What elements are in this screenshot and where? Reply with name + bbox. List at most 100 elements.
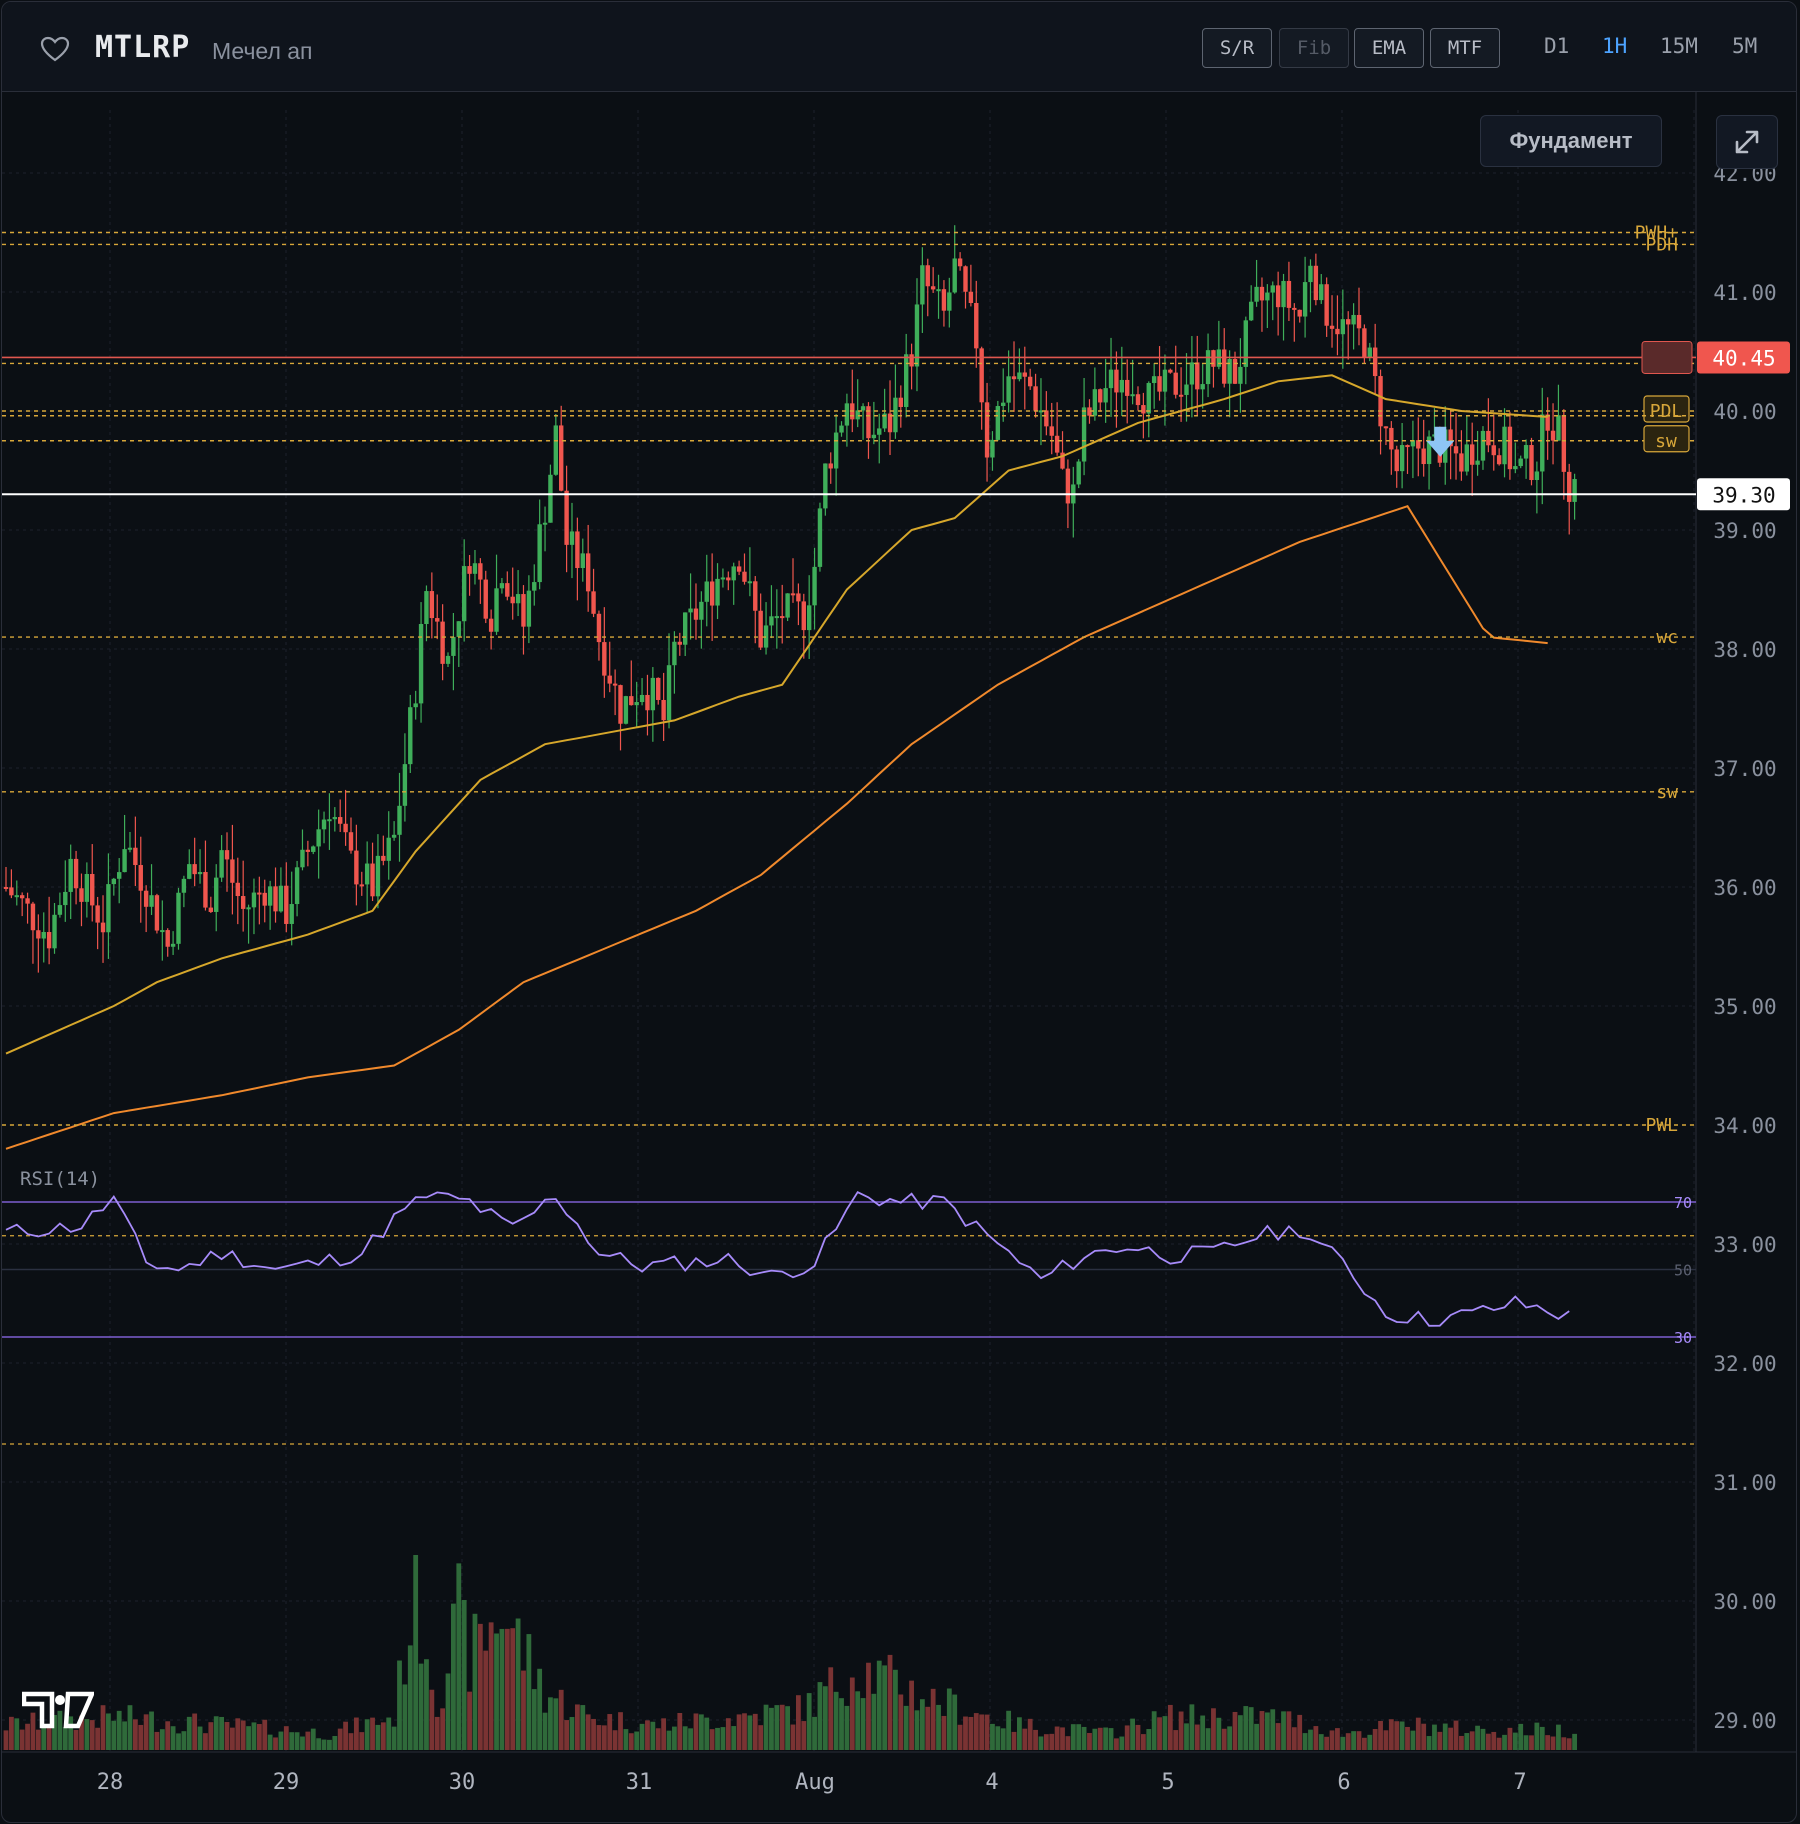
candle-body xyxy=(1491,445,1496,456)
candle-body xyxy=(720,577,726,580)
candle-body xyxy=(941,289,947,311)
volume-bar xyxy=(542,1712,548,1750)
candle-body xyxy=(806,605,812,631)
volume-bar xyxy=(612,1730,618,1750)
volume-bar xyxy=(1248,1707,1254,1750)
volume-bar xyxy=(774,1705,780,1750)
candle-body xyxy=(1561,415,1567,472)
fundamentals-button[interactable]: Фундамент xyxy=(1480,115,1662,167)
candle-body xyxy=(1335,328,1340,335)
volume-bar xyxy=(1399,1721,1405,1750)
expand-icon[interactable] xyxy=(1716,115,1778,169)
candle-body xyxy=(289,904,294,924)
volume-bar xyxy=(461,1600,467,1750)
candle-body xyxy=(391,834,397,838)
volume-bar xyxy=(898,1694,904,1750)
volume-bar xyxy=(273,1737,278,1750)
volume-bar xyxy=(504,1628,510,1750)
timeframe-5m[interactable]: 5M xyxy=(1732,34,1757,58)
candle-body xyxy=(1265,292,1270,301)
candle-body xyxy=(1572,479,1577,502)
volume-bar xyxy=(95,1727,101,1750)
volume-bar xyxy=(855,1691,861,1750)
timeframe-d1[interactable]: D1 xyxy=(1544,34,1569,58)
candle-body xyxy=(1292,307,1297,310)
candle-body xyxy=(1502,426,1507,465)
candle-body xyxy=(1297,309,1302,317)
volume-bar xyxy=(429,1689,435,1750)
volume-bar xyxy=(591,1718,596,1750)
candle-body xyxy=(418,624,424,704)
price-tick-label: 33.00 xyxy=(1713,1233,1776,1257)
candle-body xyxy=(1372,347,1378,377)
volume-bar xyxy=(73,1729,79,1750)
volume-bar xyxy=(887,1654,893,1750)
volume-bar xyxy=(1378,1720,1383,1750)
candle-body xyxy=(639,694,645,703)
timeframe-15m[interactable]: 15M xyxy=(1660,34,1698,58)
candle-body xyxy=(1044,410,1049,427)
time-tick-label: 28 xyxy=(97,1770,124,1795)
candle-body xyxy=(429,591,435,619)
volume-bar xyxy=(165,1721,171,1750)
volume-bar xyxy=(321,1739,327,1750)
time-tick-label: Aug xyxy=(795,1770,835,1795)
volume-bar xyxy=(925,1706,931,1750)
candle-body xyxy=(526,590,532,627)
candle-body xyxy=(1222,349,1227,384)
volume-bar xyxy=(677,1712,683,1750)
candle-body xyxy=(1362,328,1367,358)
volume-bar xyxy=(407,1645,413,1750)
candle-body xyxy=(1340,319,1346,335)
candle-body xyxy=(1378,376,1383,427)
candle-body xyxy=(650,677,656,711)
candle-body xyxy=(1351,314,1356,325)
volume-bar xyxy=(132,1719,138,1750)
volume-bar xyxy=(1043,1734,1049,1750)
volume-bar xyxy=(844,1705,850,1750)
time-tick-label: 7 xyxy=(1513,1770,1526,1795)
price-tick-label: 32.00 xyxy=(1713,1352,1776,1376)
candle-body xyxy=(1302,282,1308,317)
tool-ema-button[interactable]: EMA xyxy=(1354,28,1424,68)
candle-body xyxy=(19,895,25,899)
candle-body xyxy=(1119,379,1125,393)
volume-bar xyxy=(494,1633,499,1750)
candle-body xyxy=(478,563,483,580)
candle-body xyxy=(553,425,559,475)
candle-body xyxy=(267,886,273,906)
tool-fib-button[interactable]: Fib xyxy=(1279,28,1349,68)
tool-sr-button[interactable]: S/R xyxy=(1202,28,1272,68)
price-chart[interactable]: 42.0041.0040.0039.0038.0037.0036.0035.00… xyxy=(2,92,1797,1823)
candle-body xyxy=(1405,445,1410,448)
heart-icon[interactable] xyxy=(40,36,70,62)
candle-body xyxy=(774,616,780,619)
candle-body xyxy=(801,601,806,631)
volume-bar xyxy=(1151,1711,1157,1750)
volume-bar xyxy=(192,1713,198,1750)
candle-body xyxy=(1324,284,1329,326)
candle-body xyxy=(1399,445,1405,472)
candle-body xyxy=(52,914,57,949)
volume-bar xyxy=(1162,1716,1168,1750)
candle-body xyxy=(311,846,316,852)
candle-body xyxy=(1529,445,1534,481)
volume-bar xyxy=(634,1731,640,1750)
volume-bar xyxy=(1507,1727,1513,1750)
volume-bar xyxy=(149,1711,154,1750)
volume-bar xyxy=(159,1729,165,1750)
volume-bar xyxy=(984,1714,990,1750)
volume-bar xyxy=(1167,1704,1173,1750)
candle-body xyxy=(753,581,758,611)
candle-body xyxy=(187,864,192,879)
volume-bar xyxy=(203,1733,208,1750)
candle-body xyxy=(860,406,866,411)
volume-bar xyxy=(240,1720,246,1750)
candle-body xyxy=(893,397,898,433)
volume-bar xyxy=(812,1716,817,1750)
volume-bar xyxy=(418,1663,424,1750)
volume-bar xyxy=(1512,1732,1518,1750)
volume-bar xyxy=(1426,1736,1432,1750)
timeframe-1h[interactable]: 1H xyxy=(1602,34,1627,58)
tool-mtf-button[interactable]: MTF xyxy=(1430,28,1500,68)
